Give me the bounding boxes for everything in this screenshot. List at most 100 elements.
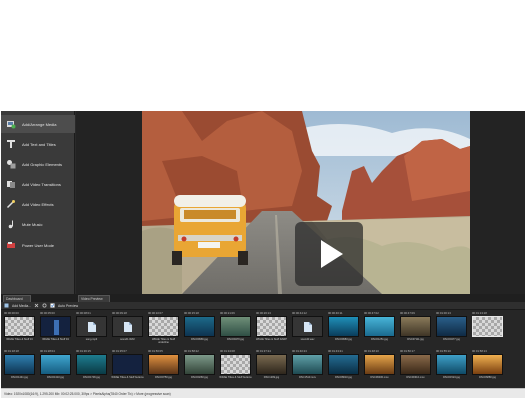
media-thumbnail (148, 354, 179, 375)
media-filename: WDAE Titles & Stuff 16 (6, 338, 33, 341)
media-item-selected[interactable]: 00:01:13:18 (471, 311, 504, 349)
auto-preview-checkbox-icon[interactable] (50, 303, 55, 308)
sidebar-item-mute-music[interactable]: Mute Music (1, 215, 75, 233)
sidebar-item-label: Add/Arrange Media (22, 121, 57, 127)
media-item[interactable]: 00:01:58:22 DSC00260.jpg (183, 349, 216, 387)
tab-video-preview[interactable]: Video Preview (78, 295, 110, 302)
media-item[interactable]: 00:01:18:18 DSC01441.jpg (3, 349, 36, 387)
close-icon[interactable] (34, 303, 39, 308)
media-item[interactable]: 00:01:28:04 DSC01310.jpg (39, 349, 72, 387)
media-item[interactable]: 00:00:05:00 WDAE Titles & Stuff 04 (39, 311, 72, 349)
media-item[interactable]: 00:00:21:06 DSC09470.jpg (219, 311, 252, 349)
media-filename: DSC07111.jpg (407, 338, 424, 341)
media-thumbnail (292, 316, 323, 337)
media-thumbnail (364, 354, 395, 375)
media-item[interactable]: 00:01:50:17 DSC00310.mov (399, 349, 432, 387)
media-filename: DSC00477.jpg (443, 338, 460, 341)
media-filename: DSC00310.mov (406, 376, 425, 379)
media-filename: DSC00260.jpg (191, 376, 208, 379)
media-filename: sound1.WAV (120, 338, 135, 341)
media-filename: DSC1510.mov (299, 376, 316, 379)
media-item[interactable]: 00:01:37:24 DSC1299.jpg (255, 349, 288, 387)
media-thumbnail (436, 354, 467, 375)
media-thumbnail (436, 316, 467, 337)
media-timecode: 00:00:21:06 (220, 311, 235, 315)
play-button[interactable] (295, 222, 363, 286)
media-item[interactable]: 00:01:43:21 DSC08010.jpg (327, 349, 360, 387)
media-thumbnail (328, 316, 359, 337)
media-item[interactable]: 00:01:55:10 DSC01524.jpg (435, 349, 468, 387)
media-item[interactable]: 00:00:09:18 sound1.WAV (111, 311, 144, 349)
media-filename: song.mp3 (85, 338, 98, 341)
media-item[interactable]: 00:01:35:07 WDAE Titles & Stuff buttons (111, 349, 144, 387)
media-thumbnail (4, 354, 35, 375)
media-timecode: 00:01:55:10 (436, 349, 451, 353)
media-thumbnail (400, 316, 431, 337)
media-item[interactable]: 00:01:00:13 DSC00477.jpg (435, 311, 468, 349)
media-timecode: 00:01:56:05 (148, 349, 163, 353)
media-item[interactable]: 00:01:48:10 DSC06030.mov (363, 349, 396, 387)
media-item[interactable]: 00:00:47:09 DSC07111.jpg (399, 311, 432, 349)
media-item[interactable]: 00:00:47:02 DSC01251.jpg (363, 311, 396, 349)
music-icon (5, 218, 17, 230)
media-thumbnail (40, 316, 71, 337)
media-item[interactable]: 00:00:46:11 DSC09983.jpg (327, 311, 360, 349)
media-item[interactable]: 00:01:58:13 DSC06880.jpg (471, 349, 504, 387)
media-item[interactable]: 00:00:10:07 WDAE Titles & Stuff underlin… (147, 311, 180, 349)
media-timecode: 00:01:36:15 (76, 349, 91, 353)
media-item[interactable]: 00:00:15:18 DSC09966.jpg (183, 311, 216, 349)
media-timecode: 00:01:18:18 (4, 349, 19, 353)
media-filename: DSC01441.jpg (11, 376, 28, 379)
media-item[interactable]: 00:01:56:05 DSC00750.jpg (147, 349, 180, 387)
media-thumbnail (40, 354, 71, 375)
sidebar-item-power-user-mode[interactable]: Power User Mode (1, 236, 75, 254)
media-filename: DSC09966.jpg (191, 338, 208, 341)
media-thumbnail (364, 316, 395, 337)
media-timecode: 00:01:58:13 (472, 349, 487, 353)
sidebar-item-add-video-transitions[interactable]: Add Video Transitions (1, 175, 75, 193)
media-item[interactable]: 00:01:40:23 DSC1510.mov (291, 349, 324, 387)
sidebar-item-label: Add Video Effects (22, 201, 54, 207)
media-filename: DSC1299.jpg (263, 376, 280, 379)
sidebar-item-add-video-effects[interactable]: Add Video Effects (1, 195, 75, 213)
video-preview[interactable] (142, 111, 470, 294)
sidebar-item-add-arrange-media[interactable]: Add/Arrange Media (1, 115, 75, 133)
media-thumbnail (220, 316, 251, 337)
sidebar-item-label: Mute Music (22, 221, 43, 227)
media-item[interactable]: 00:00:44:12 sound2.wav (291, 311, 324, 349)
media-timecode: 00:00:47:02 (364, 311, 379, 315)
media-timecode: 00:00:05:00 (40, 311, 55, 315)
media-thumbnail (472, 316, 503, 337)
media-timecode: 00:00:10:07 (148, 311, 163, 315)
media-item[interactable]: 00:00:08:01 song.mp3 (75, 311, 108, 349)
media-timecode: 00:01:48:10 (364, 349, 379, 353)
media-filename: DSC06880.jpg (479, 376, 496, 379)
media-timecode: 00:01:34:08 (220, 349, 235, 353)
shapes-icon (5, 158, 17, 170)
media-item[interactable]: 00:00:00:00 WDAE Titles & Stuff 16 (3, 311, 36, 349)
media-timecode: 00:01:37:24 (256, 349, 271, 353)
sidebar-item-label: Add Text and Titles (22, 141, 56, 147)
sidebar-item-label: Add Graphic Elements (22, 161, 63, 167)
media-timecode: 00:00:08:01 (76, 311, 91, 315)
video-editor-window: Add/Arrange Media Add Text and Titles Ad… (1, 111, 525, 398)
media-thumbnail (76, 316, 107, 337)
media-thumbnail (112, 354, 143, 375)
media-filename: sound2.wav (300, 338, 315, 341)
auto-preview-label: Auto Preview (58, 303, 79, 308)
media-item[interactable]: 00:00:26:13 WDAE Titles & Stuff DARP (255, 311, 288, 349)
media-item[interactable]: 00:01:34:08 WDAE Titles & Stuff buttons (219, 349, 252, 387)
media-file-icon (5, 118, 17, 130)
media-filename: DSC01251.jpg (371, 338, 388, 341)
audio-file-icon (123, 321, 132, 332)
media-timecode: 00:01:00:13 (436, 311, 451, 315)
tab-dashboard[interactable]: Dashboard (3, 295, 31, 302)
sidebar-item-label: Add Video Transitions (22, 181, 61, 187)
sidebar-item-add-graphic-elements[interactable]: Add Graphic Elements (1, 155, 75, 173)
media-item[interactable]: 00:01:36:15 DSC01736.jpg (75, 349, 108, 387)
settings-icon[interactable] (42, 303, 47, 308)
media-filename: DSC09470.jpg (227, 338, 244, 341)
add-media-button[interactable]: Add Media... (12, 304, 31, 308)
sidebar-item-add-text-titles[interactable]: Add Text and Titles (1, 135, 75, 153)
add-media-icon (4, 303, 9, 308)
